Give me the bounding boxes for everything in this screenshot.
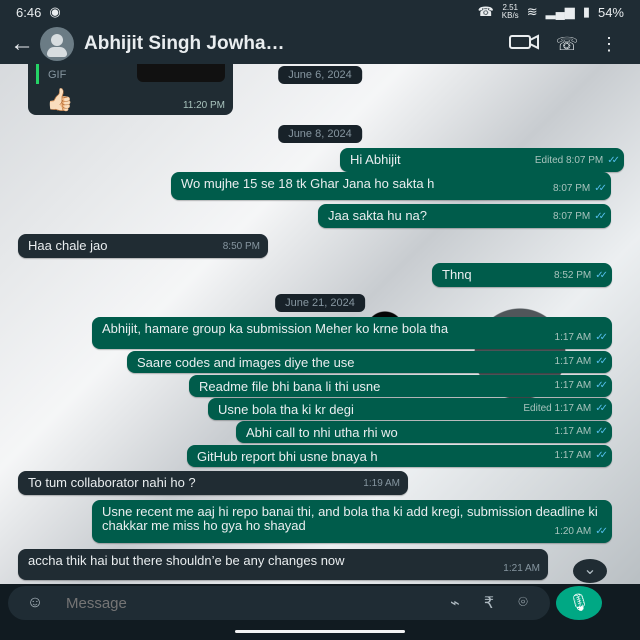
read-ticks-icon: ✓✓ xyxy=(607,155,620,166)
screen-record-icon: ◉ xyxy=(49,4,61,19)
rupee-payment-icon[interactable]: ₹ xyxy=(472,593,506,613)
scroll-down-icon[interactable]: ⌄ xyxy=(573,559,607,583)
thumbs-up-emoji: 👍🏻 xyxy=(46,87,74,112)
message-bubble[interactable]: Usne recent me aaj hi repo banai thi, an… xyxy=(92,500,612,543)
message-time: 1:17 AM xyxy=(554,450,592,461)
camera-icon[interactable]: ⌾ xyxy=(506,594,540,612)
message-time: 1:21 AM xyxy=(503,563,540,574)
message-time: 1:20 AM xyxy=(554,526,592,537)
status-bar: 6:46 ◉ ☎ 2.51 KB/s ≋ ▂▄▆ ▮ 54% xyxy=(0,0,640,24)
edited-label: Edited xyxy=(523,403,552,414)
message-bubble[interactable]: Hi Abhijit Edited 8:07 PM ✓✓ xyxy=(340,148,624,172)
message-bubble[interactable]: accha thik hai but there shouldn’e be an… xyxy=(18,549,548,580)
more-options-icon[interactable]: ⋮ xyxy=(588,34,630,55)
message-time: 8:52 PM xyxy=(553,270,592,281)
message-text: Usne bola tha ki kr degi xyxy=(218,402,354,417)
read-ticks-icon: ✓✓ xyxy=(594,211,607,222)
gif-thumbnail[interactable] xyxy=(137,64,225,82)
battery-icon: ▮ xyxy=(582,4,590,19)
gif-message[interactable]: GIF 👍🏻 11:20 PM xyxy=(28,64,233,115)
edited-label: Edited xyxy=(534,155,564,166)
read-ticks-icon: ✓✓ xyxy=(595,356,608,367)
message-text: Abhi call to nhi utha rhi wo xyxy=(246,425,398,440)
message-time: 1:17 AM xyxy=(554,380,592,391)
message-time: 11:20 PM xyxy=(182,100,225,111)
message-text: Saare codes and images diye the use xyxy=(137,355,355,370)
message-time: 1:17 AM xyxy=(554,403,592,414)
read-ticks-icon: ✓✓ xyxy=(595,526,608,537)
gif-label: GIF xyxy=(48,69,67,81)
message-text: Usne recent me aaj hi repo banai thi, an… xyxy=(102,504,598,533)
message-time: 1:17 AM xyxy=(554,332,592,343)
message-bubble[interactable]: Thnq 8:52 PM ✓✓ xyxy=(432,263,612,287)
message-text: Jaa sakta hu na? xyxy=(328,208,428,223)
date-separator: June 8, 2024 xyxy=(278,125,362,143)
read-ticks-icon: ✓✓ xyxy=(595,380,608,391)
read-ticks-icon: ✓✓ xyxy=(595,332,608,343)
voice-call-icon[interactable]: ☏ xyxy=(546,34,588,55)
message-time: 8:07 PM xyxy=(552,211,591,222)
system-navigation-bar xyxy=(0,622,640,640)
gif-quote-bar xyxy=(36,64,39,84)
back-arrow-icon[interactable]: ← xyxy=(10,30,40,58)
message-bubble[interactable]: Jaa sakta hu na? 8:07 PM ✓✓ xyxy=(318,204,611,228)
message-time: 1:17 AM xyxy=(554,356,592,367)
wifi-icon: ≋ xyxy=(526,4,538,19)
read-ticks-icon: ✓✓ xyxy=(595,270,608,281)
message-text: Readme file bhi bana li thi usne xyxy=(199,379,381,394)
read-ticks-icon: ✓✓ xyxy=(595,450,608,461)
emoji-icon[interactable]: ☺ xyxy=(18,594,52,612)
message-text: Abhijit, hamare group ka submission Mehe… xyxy=(102,321,449,336)
network-speed-unit: KB/s xyxy=(501,11,519,20)
chat-header: ← Abhijit Singh Jowha… ☏ ⋮ xyxy=(0,24,640,64)
chat-area[interactable]: GIF 👍🏻 11:20 PM June 6, 2024 June 8, 202… xyxy=(0,64,640,584)
message-time: 8:07 PM xyxy=(552,183,591,194)
message-bubble[interactable]: Abhijit, hamare group ka submission Mehe… xyxy=(92,317,612,349)
message-time: 8:07 PM xyxy=(565,155,604,166)
read-ticks-icon: ✓✓ xyxy=(595,403,608,414)
date-separator: June 6, 2024 xyxy=(278,66,362,84)
message-time: 1:19 AM xyxy=(363,478,400,489)
read-ticks-icon: ✓✓ xyxy=(595,426,608,437)
avatar-icon[interactable] xyxy=(40,27,74,61)
message-text: accha thik hai but there shouldn’e be an… xyxy=(28,553,345,568)
phone-icon: ☎ xyxy=(477,4,494,19)
video-call-icon[interactable] xyxy=(504,31,546,58)
message-bubble[interactable]: Haa chale jao 8:50 PM xyxy=(18,234,268,258)
status-time: 6:46 xyxy=(16,4,42,20)
home-gesture-bar[interactable] xyxy=(235,630,405,633)
network-speed: 2.51 KB/s xyxy=(502,4,519,20)
message-bubble[interactable]: Readme file bhi bana li thi usne 1:17 AM… xyxy=(189,375,612,397)
read-ticks-icon: ✓✓ xyxy=(594,183,607,194)
message-text: Haa chale jao xyxy=(28,238,108,253)
message-text: Hi Abhijit xyxy=(350,152,401,167)
message-time: 1:17 AM xyxy=(554,426,592,437)
message-text: GitHub report bhi usne bnaya h xyxy=(197,449,378,464)
date-separator: June 21, 2024 xyxy=(275,294,365,312)
message-text: Wo mujhe 15 se 18 tk Ghar Jana ho sakta … xyxy=(181,176,435,191)
message-composer[interactable]: ☺ ⌁ ₹ ⌾ xyxy=(8,586,550,620)
message-bubble[interactable]: GitHub report bhi usne bnaya h 1:17 AM ✓✓ xyxy=(187,445,612,467)
mic-icon[interactable]: 🎙 xyxy=(556,586,602,620)
message-bubble[interactable]: Wo mujhe 15 se 18 tk Ghar Jana ho sakta … xyxy=(171,172,611,200)
battery-level: 54% xyxy=(597,4,624,20)
signal-icon: ▂▄▆ xyxy=(545,4,575,19)
message-bubble[interactable]: Usne bola tha ki kr degi Edited 1:17 AM ✓… xyxy=(208,398,612,420)
attach-icon[interactable]: ⌁ xyxy=(438,593,472,613)
message-bubble[interactable]: Saare codes and images diye the use 1:17… xyxy=(127,351,612,373)
message-text: To tum collaborator nahi ho ? xyxy=(28,475,196,490)
message-bubble[interactable]: To tum collaborator nahi ho ? 1:19 AM xyxy=(18,471,408,495)
contact-name[interactable]: Abhijit Singh Jowha… xyxy=(84,33,504,55)
message-input[interactable] xyxy=(64,593,438,613)
message-text: Thnq xyxy=(442,267,472,282)
message-bubble[interactable]: Abhi call to nhi utha rhi wo 1:17 AM ✓✓ xyxy=(236,421,612,443)
message-time: 8:50 PM xyxy=(222,241,260,252)
